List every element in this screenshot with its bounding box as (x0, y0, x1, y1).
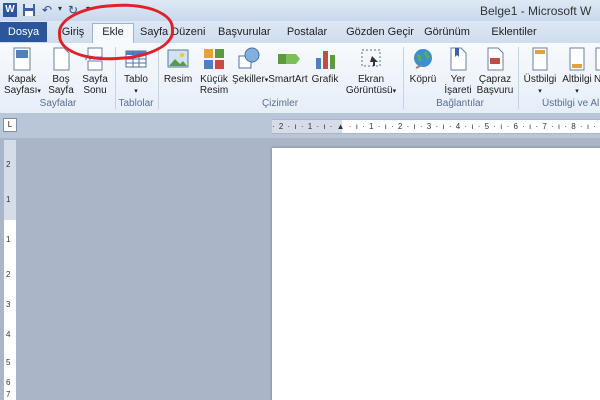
chart-icon (316, 51, 335, 69)
ruler-bar: L · 2 · ı · 1 · ı · ▲ · ı · 1 · ı · 2 · … (0, 113, 600, 138)
footer-label: Altbilgi (562, 74, 592, 85)
word-window: W ↶ ▾ ↻ ▾ Belge1 - Microsoft W Dosya Gir… (0, 0, 600, 400)
vertical-ruler[interactable]: 2 1 1 2 3 4 5 6 7 (3, 140, 17, 400)
vruler-number: 3 (6, 300, 11, 309)
dropdown-arrow-icon: ▾ (538, 88, 542, 95)
tab-file[interactable]: Dosya (0, 22, 47, 42)
tab-view[interactable]: Görünüm (424, 24, 470, 42)
screenshot-label-2: Görüntüsü (345, 85, 393, 96)
chart-label: Grafik (311, 74, 339, 85)
ruler-ticks: · 2 · ı · 1 · ı · ▲ · ı · 1 · ı · 2 · ı … (272, 122, 600, 131)
group-separator (158, 47, 159, 109)
vruler-number: 1 (6, 235, 11, 244)
undo-icon[interactable]: ↶ (40, 3, 54, 17)
shapes-label: Şekiller (232, 74, 265, 85)
bookmark-button[interactable]: Yer İşareti (443, 46, 473, 96)
footer-icon (569, 47, 585, 71)
window-title: Belge1 - Microsoft W (480, 4, 592, 18)
tab-references[interactable]: Başvurular (218, 24, 271, 42)
cover-page-label-1: Kapak (7, 74, 37, 85)
save-icon[interactable] (22, 3, 36, 17)
cross-reference-button[interactable]: Çapraz Başvuru (476, 46, 514, 96)
tab-addins[interactable]: Eklentiler (486, 24, 542, 42)
vruler-number: 6 (6, 378, 11, 387)
dropdown-arrow-icon: ▾ (37, 88, 41, 95)
vruler-number: 2 (6, 160, 11, 169)
clipart-label-2: Resim (199, 85, 229, 96)
page-number-label: N (594, 74, 600, 85)
dropdown-arrow-icon: ▾ (134, 88, 138, 95)
screenshot-icon (361, 49, 381, 67)
header-button[interactable]: Üstbilgi ▾ (522, 46, 558, 97)
bookmark-icon (450, 47, 467, 71)
tab-selector-icon[interactable]: L (3, 118, 17, 132)
blank-page-label-1: Boş (52, 74, 70, 85)
header-icon (532, 47, 548, 71)
horizontal-ruler[interactable]: · 2 · ı · 1 · ı · ▲ · ı · 1 · ı · 2 · ı … (272, 119, 600, 134)
tab-mailings[interactable]: Postalar (286, 24, 328, 42)
hyperlink-label: Köprü (409, 74, 437, 85)
group-label-pages: Sayfalar (39, 98, 77, 109)
clipart-label-1: Küçük (200, 74, 228, 85)
chart-button[interactable]: Grafik (310, 46, 340, 85)
group-label-links: Bağlantılar (436, 98, 484, 109)
page-number-icon (595, 47, 600, 71)
clipart-button[interactable]: Küçük Resim (198, 46, 230, 96)
vruler-number: 4 (6, 330, 11, 339)
group-label-header-footer: Üstbilgi ve Al (542, 98, 600, 109)
vruler-number: 5 (6, 358, 11, 367)
screenshot-label-1: Ekran (357, 74, 385, 85)
cover-page-icon (13, 47, 31, 71)
undo-dropdown-icon[interactable]: ▾ (58, 4, 62, 13)
picture-button[interactable]: Resim (163, 46, 193, 85)
tab-review[interactable]: Gözden Geçir (344, 24, 416, 42)
word-app-icon[interactable]: W (3, 3, 17, 17)
dropdown-arrow-icon: ▾ (575, 88, 579, 95)
vruler-number: 1 (6, 195, 11, 204)
vruler-number: 7 (6, 390, 11, 399)
footer-button[interactable]: Altbilgi ▾ (560, 46, 594, 97)
blank-page-label-2: Sayfa (48, 85, 74, 96)
page-number-button[interactable]: N (594, 46, 600, 85)
picture-icon (167, 49, 189, 68)
cross-reference-label-1: Çapraz (478, 74, 512, 85)
header-label: Üstbilgi (523, 74, 557, 85)
dropdown-arrow-icon: ▾ (392, 88, 397, 95)
vruler-number: 2 (6, 270, 11, 279)
bookmark-label-2: İşareti (444, 85, 472, 96)
table-label: Tablo (124, 74, 148, 85)
group-label-tables: Tablolar (118, 98, 154, 109)
clipart-icon (204, 49, 224, 69)
cross-reference-icon (487, 47, 504, 71)
page-break-label-1: Sayfa (82, 74, 108, 85)
cover-page-button[interactable]: Kapak Sayfası▾ (4, 46, 41, 97)
smartart-button[interactable]: SmartArt (268, 46, 308, 85)
group-separator (518, 47, 519, 109)
bookmark-label-1: Yer (450, 74, 466, 85)
ruler-margin-top (4, 140, 16, 220)
hyperlink-button[interactable]: Köprü (407, 46, 439, 85)
cross-reference-label-2: Başvuru (476, 85, 514, 96)
cover-page-label-2: Sayfası (4, 85, 38, 96)
blank-page-button[interactable]: Boş Sayfa (46, 46, 76, 96)
smartart-icon (278, 54, 300, 64)
screenshot-button[interactable]: Ekran Görüntüsü▾ (342, 46, 400, 97)
smartart-label: SmartArt (268, 74, 308, 85)
page-break-label-2: Sonu (83, 85, 107, 96)
group-label-illustrations: Çizimler (261, 98, 299, 109)
shapes-icon (238, 47, 260, 69)
globe-link-icon (414, 49, 432, 69)
document-page[interactable] (272, 148, 600, 400)
shapes-button[interactable]: Şekiller▾ (232, 46, 268, 86)
picture-label: Resim (163, 74, 193, 85)
